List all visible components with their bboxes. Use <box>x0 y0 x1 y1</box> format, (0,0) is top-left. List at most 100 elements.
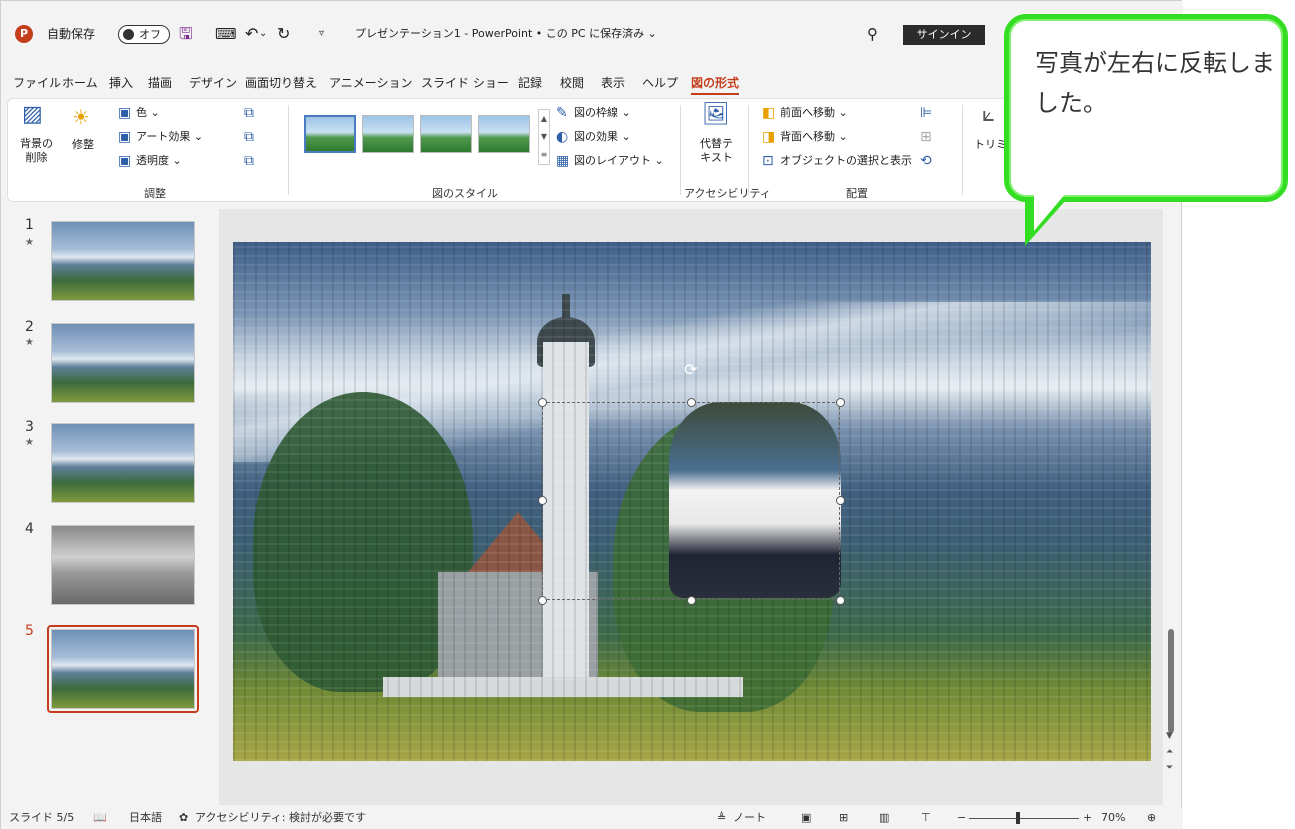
picture-layout-button[interactable]: 図のレイアウト ⌄ <box>574 153 664 169</box>
previous-slide-icon[interactable]: ⏶ <box>1166 747 1173 757</box>
send-backward-icon[interactable]: ◨ <box>762 129 775 145</box>
corrections-icon[interactable]: ☀ <box>72 107 90 127</box>
reset-picture-icon[interactable]: ⧉ <box>244 153 254 169</box>
slide-thumbnail-4[interactable] <box>51 525 195 605</box>
resize-handle[interactable] <box>538 596 547 605</box>
vertical-scrollbar[interactable]: ▼ ⏶ ⏷ <box>1165 209 1181 805</box>
picture-border-button[interactable]: 図の枠線 ⌄ <box>574 105 631 121</box>
slide-thumbnail-5[interactable] <box>51 629 195 709</box>
autosave-toggle[interactable]: オフ <box>118 25 170 44</box>
color-icon[interactable]: ▣ <box>118 105 131 121</box>
zoom-slider[interactable] <box>969 818 1079 819</box>
spelling-icon[interactable]: 📖 <box>93 810 107 826</box>
slide-thumbnail-2[interactable] <box>51 323 195 403</box>
transparency-icon[interactable]: ▣ <box>118 153 131 169</box>
zoom-slider-knob[interactable] <box>1016 812 1020 824</box>
tab-animations[interactable]: アニメーション <box>329 71 413 95</box>
adjust-group-label: 調整 <box>144 187 166 200</box>
bring-forward-button[interactable]: 前面へ移動 ⌄ <box>780 105 848 121</box>
tab-file[interactable]: ファイル <box>13 71 61 95</box>
remove-background-icon[interactable]: ▨ <box>22 104 43 126</box>
transparency-button[interactable]: 透明度 ⌄ <box>136 153 182 169</box>
resize-handle[interactable] <box>836 398 845 407</box>
picture-style-2[interactable] <box>362 115 414 153</box>
selection-pane-icon[interactable]: ⊡ <box>762 153 774 169</box>
send-backward-button[interactable]: 背面へ移動 ⌄ <box>780 129 848 145</box>
animation-star-icon: ★ <box>25 237 34 248</box>
alt-text-button[interactable]: 代替テ キスト <box>700 137 733 165</box>
tab-record[interactable]: 記録 <box>518 71 542 95</box>
resize-handle[interactable] <box>538 398 547 407</box>
presenter-icon[interactable]: ⌨ <box>215 23 237 45</box>
tab-transitions[interactable]: 画面切り替え <box>245 71 317 95</box>
fit-slide-icon[interactable]: ⊕ <box>1147 810 1156 826</box>
callout-tail-inner <box>1034 193 1066 231</box>
scroll-down-icon[interactable]: ▼ <box>1166 731 1173 741</box>
slide-editing-area: ⟳ <box>219 209 1163 805</box>
style-gallery-scroll[interactable]: ▲ ▼ ≡ <box>538 109 550 165</box>
accessibility-status[interactable]: アクセシビリティ: 検討が必要です <box>195 810 366 826</box>
slideshow-view-icon[interactable]: ⊤ <box>921 810 931 826</box>
selection-pane-button[interactable]: オブジェクトの選択と表示 <box>780 153 912 169</box>
tab-design[interactable]: デザイン <box>189 71 237 95</box>
redo-icon[interactable]: ↻ <box>277 23 290 45</box>
picture-border-icon[interactable]: ✎ <box>556 105 568 121</box>
zoom-level[interactable]: 70% <box>1101 810 1125 826</box>
tab-view[interactable]: 表示 <box>601 71 625 95</box>
tab-insert[interactable]: 挿入 <box>109 71 133 95</box>
zoom-in-icon[interactable]: + <box>1083 810 1092 826</box>
picture-layout-icon[interactable]: ▦ <box>556 153 569 169</box>
customize-qat-icon[interactable]: ▿ <box>319 23 324 45</box>
undo-icon[interactable]: ↶ <box>245 23 258 45</box>
scrollbar-thumb[interactable] <box>1168 629 1174 733</box>
alt-text-icon[interactable]: 🖼 <box>702 104 730 126</box>
picture-style-3[interactable] <box>420 115 472 153</box>
undo-dropdown-icon[interactable]: ⌄ <box>259 23 267 45</box>
slide-thumbnail-1[interactable] <box>51 221 195 301</box>
align-icon[interactable]: ⊫ <box>920 105 932 121</box>
compress-pictures-icon[interactable]: ⧉ <box>244 105 254 121</box>
picture-style-1[interactable] <box>304 115 356 153</box>
resize-handle[interactable] <box>687 398 696 407</box>
artistic-effects-button[interactable]: アート効果 ⌄ <box>136 129 203 145</box>
save-icon[interactable]: 🖫 <box>179 23 193 45</box>
tab-slideshow[interactable]: スライド ショー <box>421 71 509 95</box>
change-picture-icon[interactable]: ⧉ <box>244 129 254 145</box>
tab-picture-format[interactable]: 図の形式 <box>691 71 740 95</box>
tab-draw[interactable]: 描画 <box>148 71 172 95</box>
notes-button[interactable]: ノート <box>733 810 766 826</box>
resize-handle[interactable] <box>687 596 696 605</box>
slide-5[interactable]: ⟳ <box>233 242 1151 761</box>
picture-style-4[interactable] <box>478 115 530 153</box>
notes-icon[interactable]: ≜ <box>717 810 726 826</box>
tab-review[interactable]: 校閲 <box>560 71 584 95</box>
accessibility-icon[interactable]: ✿ <box>179 810 188 826</box>
rotate-handle-icon[interactable]: ⟳ <box>684 360 697 379</box>
color-button[interactable]: 色 ⌄ <box>136 105 160 121</box>
resize-handle[interactable] <box>538 496 547 505</box>
slide-thumbnail-3[interactable] <box>51 423 195 503</box>
resize-handle[interactable] <box>836 596 845 605</box>
normal-view-icon[interactable]: ▣ <box>801 810 811 826</box>
bring-forward-icon[interactable]: ◧ <box>762 105 775 121</box>
artistic-effects-icon[interactable]: ▣ <box>118 129 131 145</box>
tab-help[interactable]: ヘルプ <box>642 71 678 95</box>
picture-selection-box[interactable] <box>542 402 840 600</box>
corrections-button[interactable]: 修整 <box>72 137 94 153</box>
resize-handle[interactable] <box>836 496 845 505</box>
picture-effects-icon[interactable]: ◐ <box>556 129 568 145</box>
crop-icon[interactable]: ⟀ <box>982 104 995 126</box>
reading-view-icon[interactable]: ▥ <box>879 810 889 826</box>
remove-background-button[interactable]: 背景の 削除 <box>20 137 53 165</box>
document-title[interactable]: プレゼンテーション1 - PowerPoint • この PC に保存済み ⌄ <box>355 23 657 45</box>
signin-button[interactable]: サインイン <box>903 25 985 45</box>
search-icon[interactable]: ⚲ <box>867 23 878 45</box>
tab-home[interactable]: ホーム <box>62 71 98 95</box>
next-slide-icon[interactable]: ⏷ <box>1166 763 1173 773</box>
language-indicator[interactable]: 日本語 <box>129 810 162 826</box>
speech-bubble-callout: 写真が左右に反転しました。 <box>1004 14 1288 202</box>
slide-sorter-icon[interactable]: ⊞ <box>839 810 848 826</box>
picture-effects-button[interactable]: 図の効果 ⌄ <box>574 129 631 145</box>
rotate-icon[interactable]: ⟲ <box>920 153 932 169</box>
zoom-out-icon[interactable]: − <box>957 810 966 826</box>
